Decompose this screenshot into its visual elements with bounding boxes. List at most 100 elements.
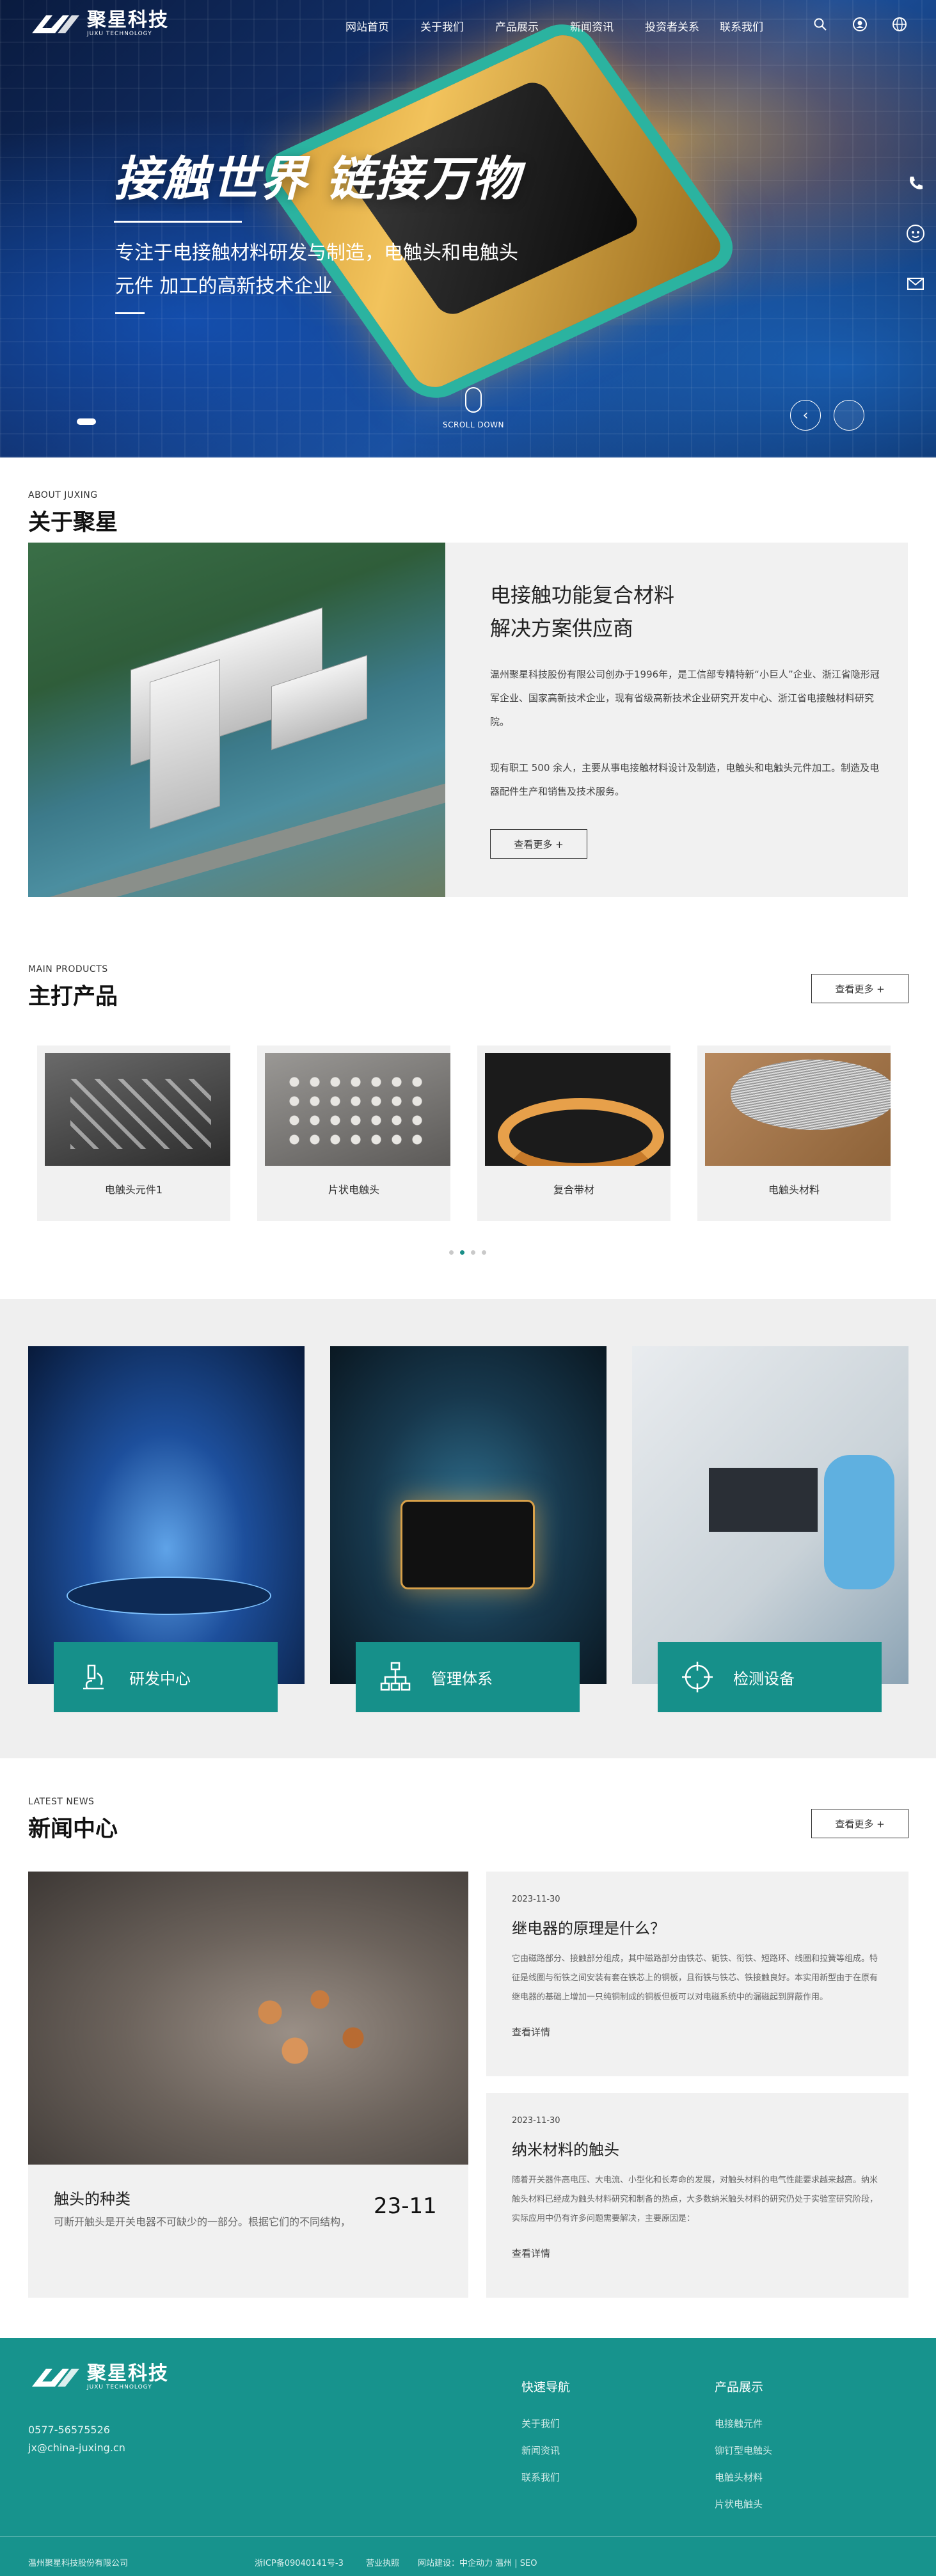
pagination-dot[interactable] bbox=[471, 1250, 475, 1255]
chevron-left-icon[interactable]: ‹ bbox=[790, 400, 821, 431]
about-card: 电接触功能复合材料 解决方案供应商 温州聚星科技股份有限公司创办于1996年，是… bbox=[445, 543, 908, 897]
footer-products-title: 产品展示 bbox=[715, 2380, 764, 2394]
logo[interactable]: 聚星科技 JUXU TECHNOLOGY bbox=[29, 10, 169, 38]
product-image bbox=[45, 1053, 230, 1166]
pagination-dot-active[interactable] bbox=[460, 1250, 464, 1255]
footer-license[interactable]: 营业执照 bbox=[366, 2556, 399, 2568]
side-tools bbox=[905, 173, 926, 294]
news-title: 继电器的原理是什么？ bbox=[512, 1920, 665, 1937]
footer: 聚星科技 JUXU TECHNOLOGY 0577-56575526 jx@ch… bbox=[0, 2338, 936, 2576]
crosshair-icon bbox=[682, 1662, 713, 1692]
menu-item-investors[interactable]: 投资者关系 bbox=[645, 18, 720, 34]
testing-equipment-image bbox=[632, 1346, 908, 1684]
featured-news[interactable]: 触头的种类 可断开触头是开关电器不可缺少的一部分。根据它们的不同结构， 23-1… bbox=[28, 1872, 468, 2298]
product-card[interactable]: 片状电触头 bbox=[257, 1046, 450, 1221]
phone-icon[interactable] bbox=[905, 173, 926, 195]
about-heading: ABOUT JUXING 关于聚星 bbox=[28, 490, 118, 537]
footer-logo[interactable]: 聚星科技 JUXU TECHNOLOGY bbox=[29, 2364, 169, 2392]
footer-products: 产品展示 电接触元件 铆钉型电触头 电触头材料 片状电触头 bbox=[715, 2378, 772, 2518]
product-card[interactable]: 复合带材 bbox=[477, 1046, 670, 1221]
hero-slogan: 接触世界 链接万物 bbox=[114, 152, 521, 207]
scroll-label: SCROLL DOWN bbox=[443, 420, 504, 429]
featured-news-desc: 可断开触头是开关电器不可缺少的一部分。根据它们的不同结构， bbox=[54, 2216, 351, 2228]
chevron-right-icon[interactable] bbox=[834, 400, 864, 431]
product-card[interactable]: 电触头元件1 bbox=[37, 1046, 230, 1221]
footer-product-link[interactable]: 电触头材料 bbox=[715, 2464, 772, 2491]
management-image bbox=[330, 1346, 607, 1684]
about-heading-en: ABOUT JUXING bbox=[28, 490, 98, 500]
pagination-dot[interactable] bbox=[482, 1250, 486, 1255]
footer-nav-link[interactable]: 新闻资讯 bbox=[521, 2437, 570, 2464]
rd-center-image bbox=[28, 1346, 305, 1684]
footer-product-link[interactable]: 铆钉型电触头 bbox=[715, 2437, 772, 2464]
news-title: 纳米材料的触头 bbox=[512, 2141, 619, 2159]
products-more-button[interactable]: 查看更多 + bbox=[811, 974, 908, 1003]
news-heading-en: LATEST NEWS bbox=[28, 1797, 95, 1807]
news-date: 2023-11-30 bbox=[512, 2116, 560, 2126]
about-paragraph-1: 温州聚星科技股份有限公司创办于1996年，是工信部专精特新“小巨人”企业、浙江省… bbox=[490, 669, 880, 727]
about-paragraph-2: 现有职工 500 余人，主要从事电接触材料设计及制造，电触头和电触头元件加工。制… bbox=[490, 762, 880, 797]
cap-testing[interactable]: 检测设备 bbox=[658, 1642, 882, 1712]
footer-company: 温州聚星科技股份有限公司 bbox=[28, 2559, 129, 2568]
product-card[interactable]: 电触头材料 bbox=[697, 1046, 891, 1221]
main-menu: 网站首页 关于我们 产品展示 新闻资讯 投资者关系 联系我们 bbox=[345, 18, 795, 34]
featured-news-title: 触头的种类 bbox=[54, 2190, 131, 2208]
about-title-line2: 解决方案供应商 bbox=[490, 616, 634, 640]
globe-icon[interactable] bbox=[892, 17, 907, 32]
slide-arrows: ‹ bbox=[790, 400, 864, 431]
about-title: 电接触功能复合材料 解决方案供应商 bbox=[490, 578, 674, 645]
user-icon[interactable] bbox=[852, 17, 868, 32]
footer-nav-link[interactable]: 关于我们 bbox=[521, 2410, 570, 2437]
wechat-icon[interactable] bbox=[905, 223, 926, 244]
about-more-button[interactable]: 查看更多 + bbox=[490, 829, 587, 859]
menu-item-products[interactable]: 产品展示 bbox=[495, 18, 570, 34]
footer-phone: 0577-56575526 bbox=[28, 2424, 110, 2436]
products-pagination bbox=[449, 1250, 486, 1255]
footer-product-link[interactable]: 片状电触头 bbox=[715, 2491, 772, 2518]
slogan-divider bbox=[114, 221, 242, 223]
footer-product-link[interactable]: 电接触元件 bbox=[715, 2410, 772, 2437]
pagination-dot[interactable] bbox=[449, 1250, 454, 1255]
products-heading-en: MAIN PRODUCTS bbox=[28, 964, 108, 974]
news-more-button[interactable]: 查看更多 + bbox=[811, 1809, 908, 1838]
slide-dot-active[interactable] bbox=[77, 418, 96, 425]
cap-management[interactable]: 管理体系 bbox=[356, 1642, 580, 1712]
hero-subtitle-line2: 元件 加工的高新技术企业 bbox=[115, 275, 333, 298]
footer-icp[interactable]: 浙ICP备09040141号-3 bbox=[255, 2556, 344, 2568]
hero-subtitle: 专注于电接触材料研发与制造，电触头和电触头 元件 加工的高新技术企业 bbox=[115, 237, 576, 303]
product-name: 电触头材料 bbox=[768, 1184, 820, 1196]
logo-text: 聚星科技 bbox=[87, 9, 169, 31]
news-item[interactable]: 2023-11-30 纳米材料的触头 随着开关器件高电压、大电流、小型化和长寿命… bbox=[486, 2093, 908, 2298]
org-chart-icon bbox=[380, 1662, 411, 1691]
logo-icon bbox=[29, 10, 82, 38]
news-heading-cn: 新闻中心 bbox=[28, 1817, 118, 1842]
news-detail-link[interactable]: 查看详情 bbox=[512, 2025, 883, 2039]
footer-email[interactable]: jx@china-juxing.cn bbox=[28, 2439, 125, 2457]
about-title-line1: 电接触功能复合材料 bbox=[490, 583, 675, 607]
featured-news-date: 23-11 bbox=[374, 2193, 437, 2219]
search-icon[interactable] bbox=[813, 17, 828, 32]
scroll-down[interactable]: SCROLL DOWN bbox=[441, 387, 505, 429]
menu-item-home[interactable]: 网站首页 bbox=[345, 18, 420, 34]
menu-item-news[interactable]: 新闻资讯 bbox=[570, 18, 645, 34]
mail-icon[interactable] bbox=[905, 273, 926, 294]
top-nav: 聚星科技 JUXU TECHNOLOGY 网站首页 关于我们 产品展示 新闻资讯… bbox=[0, 0, 936, 50]
footer-nav-title: 快速导航 bbox=[521, 2380, 571, 2394]
microscope-icon bbox=[83, 1664, 104, 1690]
cap-rd-center[interactable]: 研发中心 bbox=[54, 1642, 278, 1712]
footer-build[interactable]: 网站建设：中企动力 温州 | SEO bbox=[418, 2556, 537, 2568]
footer-nav-link[interactable]: 联系我们 bbox=[521, 2464, 570, 2491]
news-date: 2023-11-30 bbox=[512, 1895, 560, 1904]
featured-news-image bbox=[28, 1872, 468, 2165]
hero-subtitle-line1: 专注于电接触材料研发与制造，电触头和电触头 bbox=[115, 242, 518, 264]
news-detail-link[interactable]: 查看详情 bbox=[512, 2246, 883, 2260]
subtitle-divider bbox=[115, 312, 145, 314]
menu-item-contact[interactable]: 联系我们 bbox=[720, 18, 795, 34]
page: { "header": { "logo_text": "聚星科技", "logo… bbox=[0, 0, 936, 2576]
menu-item-about[interactable]: 关于我们 bbox=[420, 18, 495, 34]
news-item[interactable]: 2023-11-30 继电器的原理是什么？ 它由磁路部分、接触部分组成，其中磁路… bbox=[486, 1872, 908, 2076]
product-name: 片状电触头 bbox=[328, 1184, 379, 1196]
cap-label-text: 研发中心 bbox=[129, 1669, 191, 1688]
product-name: 电触头元件1 bbox=[104, 1184, 163, 1196]
cap-label-text: 管理体系 bbox=[431, 1669, 493, 1688]
